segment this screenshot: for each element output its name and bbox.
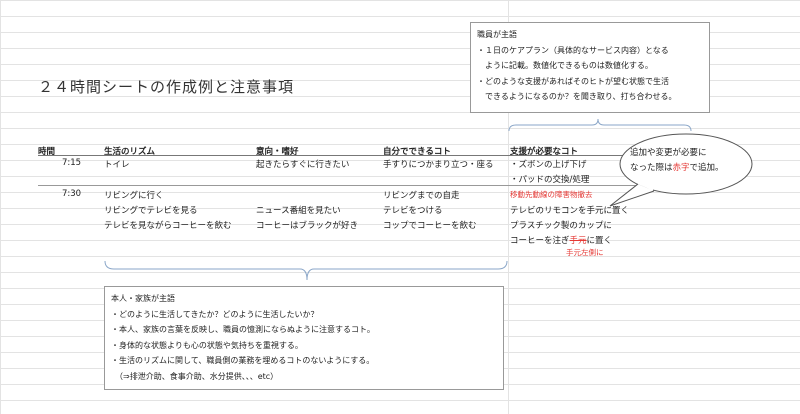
row2-self-2: テレビをつける <box>383 206 443 216</box>
bubble-line-2: なった際は赤字で追加。 <box>630 161 724 173</box>
row2-self-3: コップでコーヒーを飲む <box>383 221 477 231</box>
page-title: ２４時間シートの作成例と注意事項 <box>38 78 295 96</box>
person-note-line: ・どのように生活してきたか？どのように生活したいか？ <box>111 309 319 319</box>
person-note-line: （⇒排泄介助、食事介助、水分提供、、、etc） <box>111 371 279 381</box>
row2-rhythm-1: リビングに行く <box>104 191 164 201</box>
bubble-text-b: で追加。 <box>689 163 724 173</box>
person-note-line: ・生活のリズムに関して、職員側の業務を埋めるコトのないようにする。 <box>111 356 375 365</box>
row2-rhythm-3: テレビを見ながらコーヒーを飲む <box>104 221 232 231</box>
header-divider <box>38 155 638 156</box>
bubble-line-1: 追加や変更が必要に <box>630 148 707 158</box>
support-text-b: に置く <box>586 236 613 246</box>
row2-rhythm-2: リビングでテレビを見る <box>104 206 198 216</box>
row-divider <box>38 185 638 186</box>
person-note-line: ・本人、家族の言葉を反映し、職員の憶測にならぬように注意するコト。 <box>111 325 375 334</box>
person-note-line: 本人・家族が主語 <box>111 294 175 303</box>
person-note-box: 本人・家族が主語 ・どのように生活してきたか？どのように生活したいか？ ・本人、… <box>104 286 504 390</box>
row1-wish: 起きたらすぐに行きたい <box>256 160 350 170</box>
staff-note-line: ・どのような支援があればそのヒトが望む状態で生活 <box>477 76 669 86</box>
bubble-red-text: 赤字 <box>672 163 690 173</box>
row2-support-note: 手元左側に <box>566 248 604 257</box>
bubble-text-a: なった際は <box>630 163 673 173</box>
staff-note-line: ように記載。数値化できるものは数値化する。 <box>477 61 653 70</box>
row2-support-red: 移動先動線の障害物撤去 <box>510 190 593 199</box>
support-text-a: コーヒーを注ぎ <box>510 236 570 246</box>
row1-rhythm: トイレ <box>104 160 130 170</box>
row1-time: 7:15 <box>62 158 82 168</box>
row2-wish-2: コーヒーはブラックが好き <box>256 221 359 231</box>
row2-support-3: コーヒーを注ぎ手元に置く <box>510 234 612 246</box>
staff-note-box: 職員が主語 ・１日のケアプラン（具体的なサービス内容）となる ように記載。数値化… <box>470 22 710 113</box>
staff-note-line: できるようになるのか？を聞き取り、打ち合わせる。 <box>477 92 677 101</box>
support-struck-text: 手元 <box>569 236 587 246</box>
row2-time: 7:30 <box>62 189 82 199</box>
row1-self: 手すりにつかまり立つ・座る <box>383 160 494 170</box>
person-note-bracket <box>104 260 508 281</box>
row2-self-1: リビングまでの自走 <box>383 191 460 201</box>
person-note-line: ・身体的な状態よりも心の状態や気持ちを重視する。 <box>111 340 303 350</box>
staff-note-line: 職員が主語 <box>477 30 517 39</box>
row2-wish-1: ニュース番組を見たい <box>256 206 341 216</box>
row2-support-2: プラスチック製のカップに <box>510 221 612 231</box>
row1-support-2: ・パッドの交換/処理 <box>510 175 590 185</box>
staff-note-line: ・１日のケアプラン（具体的なサービス内容）となる <box>477 45 669 55</box>
row1-support-1: ・ズボンの上げ下げ <box>510 160 587 170</box>
